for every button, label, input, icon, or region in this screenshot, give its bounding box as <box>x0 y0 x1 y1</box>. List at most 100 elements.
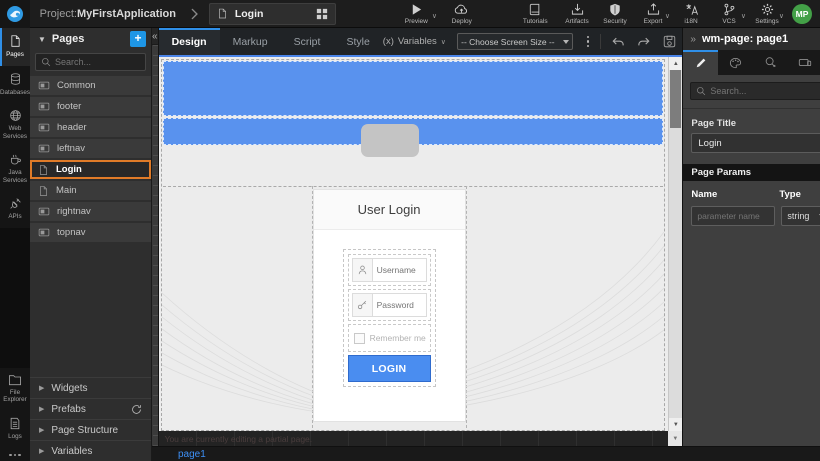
page-list-item-selected[interactable]: Login <box>30 160 151 179</box>
page-list-item[interactable]: Common <box>30 76 151 95</box>
settings-menu-chevron-icon[interactable]: ∨ <box>779 12 784 20</box>
tab-markup[interactable]: Markup <box>220 28 281 55</box>
vcs-button[interactable]: VCS ∨ <box>710 3 748 25</box>
open-page-tab-label: Login <box>235 8 309 20</box>
login-form[interactable]: Remember me LOGIN <box>343 249 436 387</box>
pages-search-input[interactable] <box>55 57 140 67</box>
rail-item-file-explorer[interactable]: File Explorer <box>0 368 30 411</box>
scroll-up-icon[interactable]: ▲ <box>669 57 682 70</box>
scroll-down-icon[interactable]: ▼ <box>669 418 682 431</box>
security-button[interactable]: Security <box>596 3 634 25</box>
rail-item-databases[interactable]: Databases <box>0 66 30 104</box>
add-page-button[interactable]: + <box>130 31 146 47</box>
param-type-select[interactable]: string <box>781 206 820 226</box>
artifacts-button[interactable]: Artifacts <box>558 3 596 25</box>
accordion-label: Widgets <box>51 383 87 394</box>
rail-item-java-services[interactable]: Java Services <box>0 147 30 191</box>
login-button[interactable]: LOGIN <box>348 355 431 382</box>
canvas-column: Design Markup Script Style (x) Variables… <box>159 28 683 461</box>
refresh-icon[interactable] <box>131 404 142 415</box>
play-icon <box>410 3 423 16</box>
properties-search-input[interactable] <box>710 86 820 96</box>
rail-item-apis[interactable]: APIs <box>0 191 30 228</box>
grid-icon[interactable] <box>316 8 328 20</box>
login-card[interactable]: User Login <box>313 189 466 422</box>
toolbar-divider <box>600 34 601 49</box>
scrollbar-thumb[interactable] <box>670 70 681 128</box>
page-tab-page1[interactable]: page1 <box>178 449 206 460</box>
canvas-vertical-scrollbar[interactable]: ▲ ▼ <box>668 57 682 431</box>
export-menu-chevron-icon[interactable]: ∨ <box>665 12 670 20</box>
password-input[interactable] <box>373 294 426 316</box>
design-canvas[interactable]: User Login <box>159 55 683 431</box>
username-row[interactable] <box>348 254 431 286</box>
redo-button[interactable] <box>631 28 657 55</box>
remember-me-row[interactable]: Remember me <box>348 324 431 352</box>
accordion-page-structure[interactable]: ▶Page Structure <box>30 419 151 440</box>
open-page-tab[interactable]: Login <box>209 3 336 25</box>
collapse-right-panel-icon[interactable]: » <box>690 34 696 45</box>
pages-search[interactable] <box>35 53 146 71</box>
tab-devices[interactable] <box>788 50 820 75</box>
deploy-button[interactable]: Deploy <box>439 3 484 25</box>
preview-menu-chevron-icon[interactable]: ∨ <box>432 12 437 20</box>
tab-styles[interactable] <box>718 50 753 75</box>
settings-button[interactable]: Settings ∨ <box>748 3 786 25</box>
collapse-left-panel-icon[interactable]: « <box>152 28 158 45</box>
tab-script[interactable]: Script <box>281 28 334 55</box>
pages-panel-header[interactable]: ▼ Pages + <box>30 28 151 50</box>
i18n-button[interactable]: i18N <box>672 3 710 25</box>
pages-panel-title: Pages <box>52 33 124 45</box>
undo-button[interactable] <box>605 28 631 55</box>
password-row[interactable] <box>348 289 431 321</box>
wavemaker-logo[interactable] <box>0 0 30 28</box>
artifacts-label: Artifacts <box>565 18 588 25</box>
page-list-item[interactable]: footer <box>30 97 151 116</box>
header-widget[interactable] <box>163 61 664 116</box>
param-name-input[interactable] <box>691 206 775 226</box>
variables-menu[interactable]: (x) Variables ∨ <box>383 28 450 55</box>
page-list-item[interactable]: Main <box>30 181 151 200</box>
left-accordion: ▶Widgets ▶Prefabs ▶Page Structure ▶Varia… <box>30 377 151 461</box>
rail-item-pages[interactable]: Pages <box>0 28 30 66</box>
rail-item-web-services[interactable]: Web Services <box>0 103 30 147</box>
pages-collapse-caret-icon[interactable]: ▼ <box>38 35 46 44</box>
save-button[interactable] <box>657 28 682 55</box>
search-icon <box>41 57 51 67</box>
tab-properties[interactable] <box>683 50 718 75</box>
i18n-label: i18N <box>684 18 697 25</box>
preview-button[interactable]: Preview ∨ <box>394 3 439 25</box>
page-list-item[interactable]: leftnav <box>30 139 151 158</box>
accordion-prefabs[interactable]: ▶Prefabs <box>30 398 151 419</box>
screen-size-select[interactable]: -- Choose Screen Size -- <box>457 33 573 50</box>
security-label: Security <box>603 18 626 25</box>
properties-search[interactable] <box>683 75 820 109</box>
nav-placeholder[interactable] <box>361 124 419 157</box>
page-list-item[interactable]: header <box>30 118 151 137</box>
rail-item-logs[interactable]: Logs <box>0 411 30 448</box>
export-button[interactable]: Export ∨ <box>634 3 672 25</box>
username-input[interactable] <box>373 259 426 281</box>
remember-me-checkbox[interactable] <box>354 333 365 344</box>
more-menu-icon[interactable] <box>580 28 597 55</box>
vcs-menu-chevron-icon[interactable]: ∨ <box>741 12 746 20</box>
page-list-item[interactable]: rightnav <box>30 202 151 221</box>
page-title-input[interactable] <box>691 133 820 153</box>
partial-icon <box>38 227 50 238</box>
page-item-label: leftnav <box>57 143 85 154</box>
tutorials-button[interactable]: Tutorials <box>513 3 558 25</box>
page-preview[interactable]: User Login <box>161 59 666 431</box>
partial-icon <box>38 206 50 217</box>
page-list-item[interactable]: topnav <box>30 223 151 242</box>
wavemaker-studio: Project:MyFirstApplication Login Preview… <box>0 0 820 461</box>
accordion-widgets[interactable]: ▶Widgets <box>30 377 151 398</box>
tab-events[interactable] <box>753 50 788 75</box>
accordion-variables[interactable]: ▶Variables <box>30 440 151 461</box>
tab-style[interactable]: Style <box>333 28 382 55</box>
more-options-icon[interactable] <box>0 448 30 461</box>
layout-guide-right <box>466 186 467 428</box>
devices-icon <box>798 57 812 68</box>
user-avatar[interactable]: MP <box>792 4 812 24</box>
gear-icon <box>761 3 774 16</box>
tab-design[interactable]: Design <box>159 28 220 55</box>
